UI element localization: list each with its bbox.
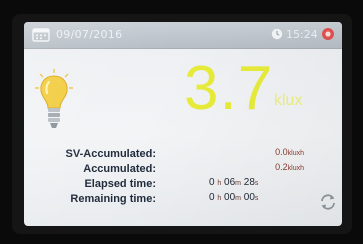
remaining-minutes: 00 bbox=[224, 192, 236, 203]
remaining-hours-unit: h bbox=[217, 195, 222, 202]
accumulated-value: 0.2kluxh bbox=[194, 162, 304, 172]
status-bar: 09/07/2016 15:24 bbox=[24, 22, 342, 49]
clock-icon[interactable] bbox=[271, 28, 283, 40]
elapsed-minutes: 06 bbox=[224, 177, 236, 188]
refresh-icon[interactable] bbox=[319, 194, 337, 210]
remaining-hours: 0 bbox=[209, 192, 215, 203]
sv-accumulated-unit: kluxh bbox=[287, 150, 304, 157]
remaining-seconds: 00 bbox=[243, 192, 255, 203]
sv-accumulated-label: SV-Accumulated: bbox=[65, 148, 156, 160]
elapsed-seconds: 28 bbox=[243, 177, 255, 188]
elapsed-hours: 0 bbox=[209, 177, 215, 188]
accumulated-number: 0.2 bbox=[275, 162, 288, 172]
accumulated-label: Accumulated: bbox=[83, 163, 156, 175]
elapsed-seconds-unit: s bbox=[254, 180, 259, 187]
date-display[interactable]: 09/07/2016 bbox=[56, 28, 122, 41]
light-bulb-icon bbox=[35, 69, 73, 128]
remaining-time-value: 0 h 00m 00s bbox=[209, 192, 258, 203]
calendar-icon[interactable] bbox=[32, 27, 50, 42]
lcd-screen: 09/07/2016 15:24 3.7 klux SV-Accumulated… bbox=[24, 22, 342, 226]
device-photo: 09/07/2016 15:24 3.7 klux SV-Accumulated… bbox=[0, 0, 363, 244]
accumulated-unit: kluxh bbox=[287, 165, 304, 172]
time-display[interactable]: 15:24 bbox=[286, 28, 318, 41]
remaining-time-label: Remaining time: bbox=[70, 193, 156, 205]
elapsed-minutes-unit: m bbox=[235, 180, 241, 187]
remaining-seconds-unit: s bbox=[254, 195, 259, 202]
record-stop-icon[interactable] bbox=[321, 27, 335, 41]
illuminance-value: 3.7 bbox=[184, 54, 274, 123]
sv-accumulated-number: 0.0 bbox=[275, 147, 288, 157]
elapsed-time-label: Elapsed time: bbox=[84, 178, 156, 190]
illuminance-unit: klux bbox=[274, 92, 303, 109]
elapsed-hours-unit: h bbox=[217, 180, 222, 187]
elapsed-time-value: 0 h 06m 28s bbox=[209, 177, 258, 188]
sv-accumulated-value: 0.0kluxh bbox=[194, 147, 304, 157]
remaining-minutes-unit: m bbox=[235, 195, 241, 202]
